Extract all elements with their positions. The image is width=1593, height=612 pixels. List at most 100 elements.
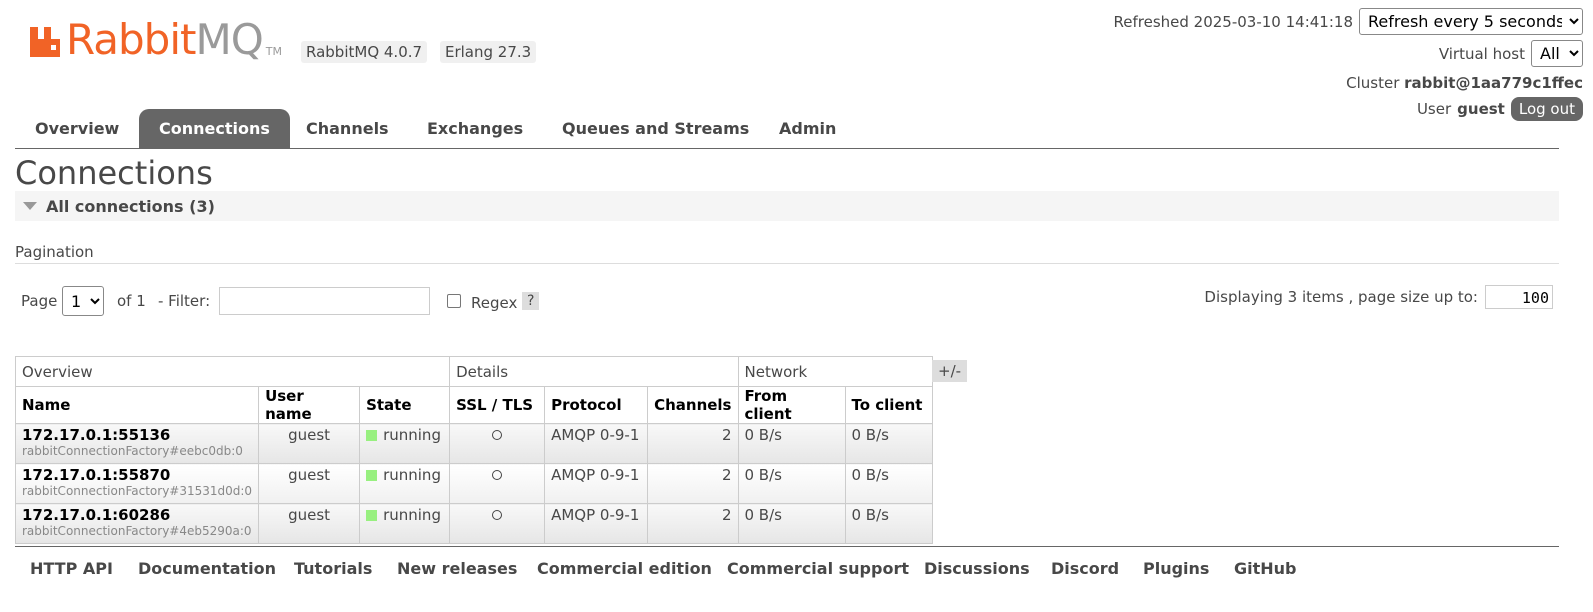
connection-client-name: rabbitConnectionFactory#31531d0d:0 bbox=[22, 484, 253, 498]
ssl-cell bbox=[449, 423, 546, 464]
rabbitmq-logo[interactable]: RabbitMQ TM bbox=[28, 18, 282, 62]
state-cell: running bbox=[359, 463, 451, 504]
col-from-client[interactable]: From client bbox=[737, 386, 846, 424]
channels-cell: 2 bbox=[647, 423, 739, 464]
tab-admin[interactable]: Admin bbox=[759, 109, 856, 148]
regex-help-button[interactable]: ? bbox=[522, 292, 540, 310]
tab-overview[interactable]: Overview bbox=[15, 109, 139, 148]
col-state[interactable]: State bbox=[359, 386, 451, 424]
col-protocol[interactable]: Protocol bbox=[544, 386, 649, 424]
table-row[interactable]: 172.17.0.1:55136 rabbitConnectionFactory… bbox=[14, 423, 933, 464]
running-status-icon bbox=[366, 430, 378, 441]
tab-exchanges[interactable]: Exchanges bbox=[407, 109, 543, 148]
ssl-cell bbox=[449, 463, 546, 504]
to-client-cell: 0 B/s bbox=[844, 463, 933, 504]
connection-name-link[interactable]: 172.17.0.1:60286 bbox=[22, 506, 252, 524]
pagination-label[interactable]: Pagination bbox=[15, 243, 94, 261]
column-header-row: Name User name State SSL / TLS Protocol … bbox=[14, 386, 933, 424]
state-cell: running bbox=[359, 423, 451, 464]
footer-link-github[interactable]: GitHub bbox=[1234, 559, 1297, 578]
logo-trademark: TM bbox=[265, 45, 282, 58]
footer-link-http-api[interactable]: HTTP API bbox=[30, 559, 113, 578]
page-title: Connections bbox=[15, 154, 213, 192]
to-client-cell: 0 B/s bbox=[844, 423, 933, 464]
state-text: running bbox=[383, 426, 441, 444]
ssl-off-circle-icon bbox=[492, 470, 503, 480]
virtual-host-label: Virtual host bbox=[1438, 44, 1525, 63]
ssl-off-circle-icon bbox=[492, 430, 503, 440]
displaying-items-label: Displaying 3 items , page size up to: bbox=[1204, 288, 1478, 306]
rabbit-logo-icon bbox=[30, 27, 60, 57]
toggle-columns-button[interactable]: +/- bbox=[932, 360, 968, 382]
table-row[interactable]: 172.17.0.1:55870 rabbitConnectionFactory… bbox=[14, 463, 933, 504]
col-ssl-tls[interactable]: SSL / TLS bbox=[449, 386, 546, 424]
logo-wordmark: RabbitMQ bbox=[66, 15, 264, 64]
footer-link-documentation[interactable]: Documentation bbox=[138, 559, 276, 578]
refreshed-timestamp: Refreshed 2025-03-10 14:41:18 bbox=[1113, 12, 1353, 31]
section-title: All connections (3) bbox=[46, 197, 215, 216]
running-status-icon bbox=[366, 470, 378, 481]
to-client-cell: 0 B/s bbox=[844, 503, 933, 544]
from-client-cell: 0 B/s bbox=[737, 503, 846, 544]
tab-connections[interactable]: Connections bbox=[139, 109, 290, 148]
column-group-row: Overview Details Network bbox=[14, 356, 933, 387]
connections-table: Overview Details Network Name User name … bbox=[14, 356, 933, 544]
protocol-cell: AMQP 0-9-1 bbox=[544, 463, 649, 504]
protocol-cell: AMQP 0-9-1 bbox=[544, 503, 649, 544]
user-name-cell: guest bbox=[258, 463, 361, 504]
connection-name-cell: 172.17.0.1:55870 rabbitConnectionFactory… bbox=[14, 463, 260, 504]
footer-link-discord[interactable]: Discord bbox=[1051, 559, 1119, 578]
footer-link-commercial-edition[interactable]: Commercial edition bbox=[537, 559, 712, 578]
pagination-divider bbox=[15, 263, 1559, 264]
group-network: Network bbox=[737, 356, 933, 387]
footer-link-new-releases[interactable]: New releases bbox=[397, 559, 517, 578]
protocol-cell: AMQP 0-9-1 bbox=[544, 423, 649, 464]
footer-link-discussions[interactable]: Discussions bbox=[924, 559, 1030, 578]
from-client-cell: 0 B/s bbox=[737, 423, 846, 464]
footer-link-plugins[interactable]: Plugins bbox=[1143, 559, 1209, 578]
channels-cell: 2 bbox=[647, 463, 739, 504]
page-select[interactable]: 1 bbox=[62, 286, 104, 316]
rabbitmq-version-badge: RabbitMQ 4.0.7 bbox=[301, 41, 428, 63]
group-details: Details bbox=[449, 356, 739, 387]
state-cell: running bbox=[359, 503, 451, 544]
filter-input[interactable] bbox=[219, 287, 430, 315]
regex-checkbox[interactable] bbox=[447, 294, 461, 308]
channels-cell: 2 bbox=[647, 503, 739, 544]
user-name-cell: guest bbox=[258, 503, 361, 544]
col-to-client[interactable]: To client bbox=[844, 386, 933, 424]
erlang-version-badge: Erlang 27.3 bbox=[440, 41, 537, 63]
page-label: Page bbox=[21, 292, 58, 310]
refresh-area: Refreshed 2025-03-10 14:41:18 Refresh ev… bbox=[1114, 8, 1583, 35]
main-nav-tabs: Overview Connections Channels Exchanges … bbox=[15, 109, 1559, 149]
collapse-triangle-icon bbox=[23, 202, 37, 210]
connection-name-cell: 172.17.0.1:60286 rabbitConnectionFactory… bbox=[14, 503, 260, 544]
connection-name-cell: 172.17.0.1:55136 rabbitConnectionFactory… bbox=[14, 423, 260, 464]
filter-label: - Filter: bbox=[158, 292, 211, 310]
table-row[interactable]: 172.17.0.1:60286 rabbitConnectionFactory… bbox=[14, 503, 933, 544]
vhost-area: Virtual host All bbox=[1439, 40, 1583, 67]
cluster-name: rabbit@1aa779c1ffec bbox=[1404, 74, 1583, 92]
ssl-cell bbox=[449, 503, 546, 544]
state-text: running bbox=[383, 466, 441, 484]
connection-name-link[interactable]: 172.17.0.1:55870 bbox=[22, 466, 252, 484]
col-user-name[interactable]: User name bbox=[258, 386, 361, 424]
virtual-host-select[interactable]: All bbox=[1531, 40, 1583, 67]
regex-label: Regex bbox=[471, 294, 518, 312]
footer-link-tutorials[interactable]: Tutorials bbox=[294, 559, 372, 578]
page-of-label: of 1 bbox=[117, 292, 146, 310]
col-name[interactable]: Name bbox=[14, 386, 260, 424]
group-overview: Overview bbox=[14, 356, 451, 387]
footer-links: HTTP API Documentation Tutorials New rel… bbox=[15, 546, 1559, 587]
state-text: running bbox=[383, 506, 441, 524]
refresh-interval-select[interactable]: Refresh every 5 seconds bbox=[1359, 8, 1583, 35]
cluster-info: Cluster rabbit@1aa779c1ffec bbox=[1346, 74, 1583, 92]
cluster-label: Cluster bbox=[1346, 74, 1400, 92]
tab-channels[interactable]: Channels bbox=[286, 109, 409, 148]
all-connections-section-toggle[interactable]: All connections (3) bbox=[15, 191, 1559, 221]
footer-link-commercial-support[interactable]: Commercial support bbox=[727, 559, 909, 578]
tab-queues-and-streams[interactable]: Queues and Streams bbox=[542, 109, 769, 148]
page-size-input[interactable]: 100 bbox=[1485, 285, 1553, 309]
col-channels[interactable]: Channels bbox=[647, 386, 739, 424]
connection-name-link[interactable]: 172.17.0.1:55136 bbox=[22, 426, 252, 444]
